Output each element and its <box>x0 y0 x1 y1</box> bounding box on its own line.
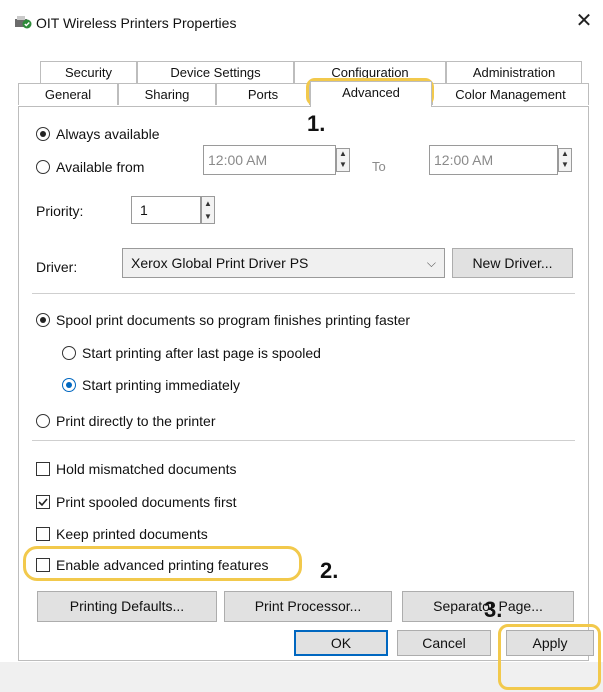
print-spooled-first-checkbox[interactable] <box>36 495 50 509</box>
tab-ports[interactable]: Ports <box>216 83 310 105</box>
step-1-label: 1. <box>307 111 326 136</box>
separator <box>32 293 575 294</box>
hold-mismatched-label: Hold mismatched documents <box>56 461 237 477</box>
step-2-label: 2. <box>320 558 339 583</box>
spin-down-icon: ▼ <box>204 212 212 221</box>
printing-defaults-button[interactable]: Printing Defaults... <box>37 591 217 622</box>
spool-radio[interactable] <box>36 313 50 327</box>
start-after-last-page-label: Start printing after last page is spoole… <box>82 345 321 361</box>
print-processor-button[interactable]: Print Processor... <box>224 591 392 622</box>
keep-printed-checkbox[interactable] <box>36 527 50 541</box>
tab-color-management[interactable]: Color Management <box>432 83 589 105</box>
to-label: To <box>372 159 386 174</box>
tab-configuration[interactable]: Configuration <box>294 61 446 83</box>
spin-up-icon: ▲ <box>204 199 212 208</box>
priority-field[interactable]: 1 <box>131 196 201 224</box>
available-to-time-field[interactable]: 12:00 AM <box>429 145 558 175</box>
dialog-button-bar <box>0 662 603 692</box>
tab-device-settings[interactable]: Device Settings <box>137 61 294 83</box>
start-after-last-page-radio[interactable] <box>62 346 76 360</box>
start-immediately-radio[interactable] <box>62 378 76 392</box>
available-from-radio[interactable] <box>36 160 50 174</box>
hold-mismatched-checkbox[interactable] <box>36 462 50 476</box>
spin-up-icon: ▲ <box>561 149 569 158</box>
to-time-spinner[interactable]: ▲ ▼ <box>558 148 572 172</box>
spool-label: Spool print documents so program finishe… <box>56 312 411 328</box>
checkmark-icon <box>38 498 48 507</box>
close-button[interactable]: ✕ <box>573 10 595 32</box>
driver-select-value: Xerox Global Print Driver PS <box>131 255 309 271</box>
from-time-spinner[interactable]: ▲ ▼ <box>336 148 350 172</box>
tab-general[interactable]: General <box>18 83 118 105</box>
print-spooled-first-label: Print spooled documents first <box>56 494 237 510</box>
priority-label: Priority: <box>36 203 84 219</box>
tab-security[interactable]: Security <box>40 61 137 83</box>
enable-advanced-checkbox[interactable] <box>36 558 50 572</box>
new-driver-button[interactable]: New Driver... <box>452 248 573 278</box>
start-immediately-label: Start printing immediately <box>82 377 240 393</box>
print-directly-label: Print directly to the printer <box>56 413 216 429</box>
tab-sharing[interactable]: Sharing <box>118 83 216 105</box>
spin-down-icon: ▼ <box>561 160 569 169</box>
spin-up-icon: ▲ <box>339 149 347 158</box>
window-title: OIT Wireless Printers Properties <box>36 15 237 31</box>
priority-spinner[interactable]: ▲ ▼ <box>201 196 215 224</box>
driver-select[interactable]: Xerox Global Print Driver PS ⌵ <box>122 248 445 278</box>
ok-button[interactable]: OK <box>294 630 388 656</box>
tab-administration[interactable]: Administration <box>446 61 582 83</box>
print-directly-radio[interactable] <box>36 414 50 428</box>
enable-advanced-label: Enable advanced printing features <box>56 557 269 573</box>
available-from-label: Available from <box>56 159 145 175</box>
cancel-button[interactable]: Cancel <box>397 630 491 656</box>
step-3-label: 3. <box>484 597 503 622</box>
driver-label: Driver: <box>36 259 78 275</box>
apply-button[interactable]: Apply <box>506 630 594 656</box>
available-from-time-field[interactable]: 12:00 AM <box>203 145 336 175</box>
always-available-label: Always available <box>56 126 160 142</box>
tab-advanced[interactable]: Advanced <box>310 81 432 107</box>
chevron-down-icon: ⌵ <box>426 256 436 270</box>
separator <box>32 440 575 441</box>
spin-down-icon: ▼ <box>339 160 347 169</box>
keep-printed-label: Keep printed documents <box>56 526 208 542</box>
always-available-radio[interactable] <box>36 127 50 141</box>
printer-app-icon <box>15 16 32 29</box>
